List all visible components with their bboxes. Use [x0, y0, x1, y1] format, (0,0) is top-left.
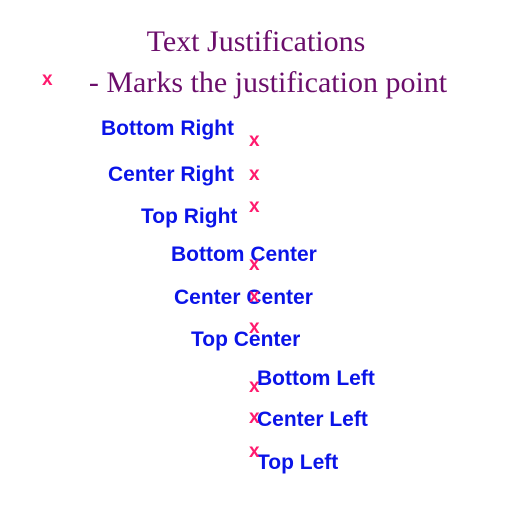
justification-mark-icon: x — [249, 196, 260, 217]
sample-center-right: Center Right — [108, 163, 234, 186]
justification-mark-icon: x — [249, 164, 260, 185]
sample-bottom-center: Bottom Center — [171, 243, 317, 266]
legend-mark-icon: x — [42, 69, 53, 90]
sample-center-center: Center Center — [174, 286, 313, 309]
justification-mark-icon: x — [249, 441, 260, 462]
page-title: Text Justifications — [146, 25, 366, 58]
sample-center-left: Center Left — [257, 408, 368, 431]
justification-mark-icon: x — [249, 286, 260, 307]
sample-top-left: Top Left — [257, 451, 339, 474]
justification-mark-icon: x — [249, 407, 260, 428]
justification-mark-icon: x — [249, 376, 260, 397]
justification-canvas: Text Justifications - Marks the justific… — [0, 0, 512, 512]
justification-mark-icon: x — [249, 317, 260, 338]
justification-mark-icon: x — [249, 130, 260, 151]
justification-mark-icon: x — [249, 254, 260, 275]
sample-top-center: Top Center — [191, 328, 301, 351]
sample-bottom-left: Bottom Left — [257, 367, 375, 390]
page-subtitle: - Marks the justification point — [88, 66, 448, 99]
sample-bottom-right: Bottom Right — [101, 117, 234, 140]
sample-top-right: Top Right — [141, 205, 238, 228]
